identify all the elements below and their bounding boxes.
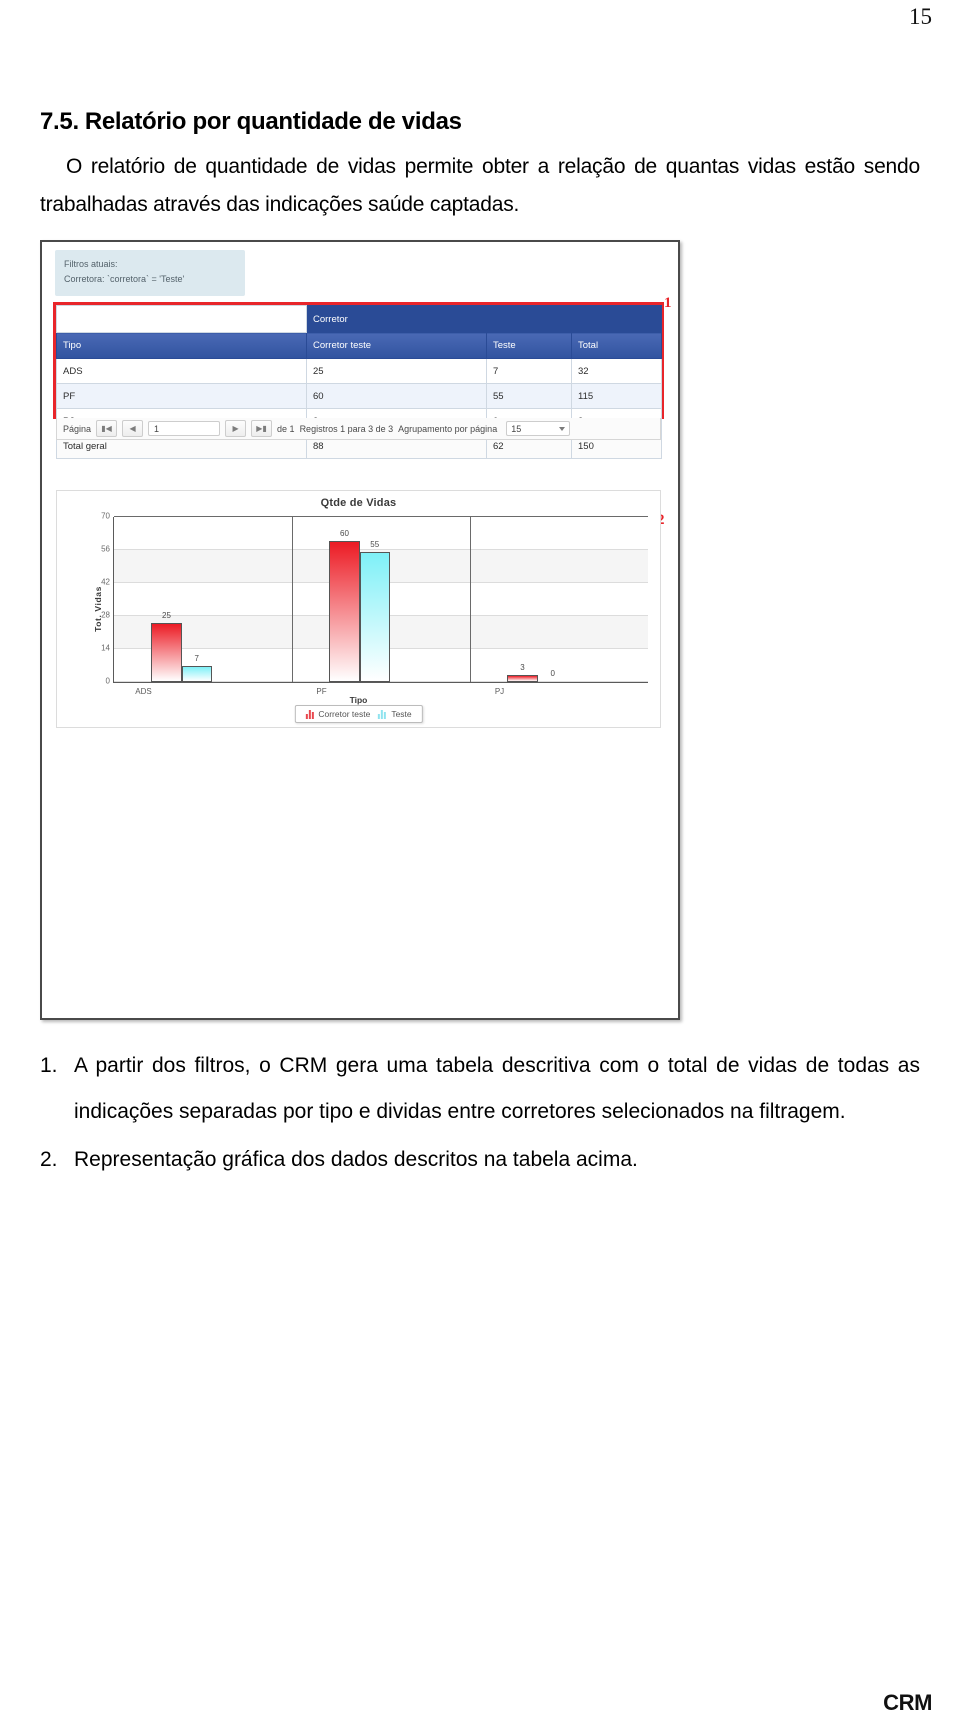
chart-bar-value: 0 — [550, 669, 555, 678]
cell-corretor-teste: 25 — [306, 358, 487, 384]
chart-plot-area: 0 14 28 42 56 70 25 7 ADS 60 55 PF 3 0 P… — [101, 512, 648, 696]
chart-bar-pf-corretor-teste[interactable]: 60 — [329, 529, 360, 682]
intro-text: O relatório de quantidade de vidas permi… — [40, 155, 920, 216]
chart-bar-ads-corretor-teste[interactable]: 25 — [151, 611, 182, 682]
table-group-header-corretor: Corretor — [305, 305, 663, 333]
chart-y-tick: 42 — [101, 577, 110, 587]
chart-bar-value: 25 — [162, 611, 171, 621]
chart-y-tick: 56 — [101, 544, 110, 554]
filters-title: Filtros atuais: — [64, 259, 118, 269]
page-size-value: 15 — [511, 423, 522, 434]
list-item-text: A partir dos filtros, o CRM gera uma tab… — [74, 1054, 920, 1123]
list-item: 1. A partir dos filtros, o CRM gera uma … — [40, 1043, 920, 1135]
current-filters-box: Filtros atuais: Corretora: `corretora` =… — [55, 250, 245, 296]
heading-title: Relatório por quantidade de vidas — [84, 108, 462, 135]
pagination-toolbar: Página ▮◀ ◀ 1 ▶ ▶▮ de 1 Registros 1 para… — [56, 418, 661, 440]
chart-y-axis-label: Tot. Vidas — [92, 586, 103, 632]
chart-group-ads: 25 7 ADS — [114, 517, 292, 696]
cell-total: 115 — [570, 383, 663, 409]
cell-tipo: PF — [56, 383, 307, 409]
intro-paragraph: O relatório de quantidade de vidas permi… — [40, 148, 920, 224]
chart-y-tick: 14 — [101, 643, 110, 653]
table-header-teste[interactable]: Teste — [486, 332, 572, 359]
records-range-label: Registros 1 para 3 de 3 — [299, 423, 394, 434]
heading-number: 7.5. — [40, 108, 79, 135]
application-screenshot: Filtros atuais: Corretora: `corretora` =… — [40, 240, 680, 1020]
table-header-total[interactable]: Total — [570, 332, 663, 359]
table-row: PF 60 55 115 — [56, 383, 663, 409]
first-page-icon[interactable]: ▮◀ — [96, 420, 118, 437]
legend-label: Corretor teste — [318, 709, 371, 719]
section-heading: 7.5. Relatório por quantidade de vidas — [40, 108, 920, 136]
chart-bar-value: 7 — [194, 653, 199, 663]
last-page-icon[interactable]: ▶▮ — [251, 420, 273, 437]
list-item-text: Representação gráfica dos dados descrito… — [74, 1148, 638, 1171]
legend-item-corretor-teste[interactable]: Corretor teste — [305, 709, 370, 719]
legend-label: Teste — [391, 709, 412, 719]
chart-title: Qtde de Vidas — [320, 497, 397, 509]
page-number-input[interactable]: 1 — [148, 421, 221, 436]
next-page-icon[interactable]: ▶ — [225, 420, 247, 437]
list-item-marker: 1. — [40, 1054, 58, 1077]
chevron-down-icon — [559, 426, 566, 431]
chart-bar-pf-teste[interactable]: 55 — [359, 540, 390, 682]
cell-teste: 55 — [486, 383, 572, 409]
filters-value: Corretora: `corretora` = 'Teste' — [64, 274, 185, 284]
chart-x-axis-label: Tipo — [349, 695, 368, 705]
table-header-row: Tipo Corretor teste Teste Total — [56, 332, 663, 359]
table-header-tipo[interactable]: Tipo — [56, 332, 307, 359]
cell-corretor-teste: 60 — [306, 383, 487, 409]
total-pages-label: de 1 — [277, 423, 295, 434]
bar-chart-icon — [305, 709, 314, 719]
chart-legend: Corretor teste Teste — [294, 705, 423, 723]
cell-teste: 7 — [486, 358, 572, 384]
notes-list: 1. A partir dos filtros, o CRM gera uma … — [40, 1043, 920, 1185]
legend-item-teste[interactable]: Teste — [378, 709, 412, 719]
page-size-select[interactable]: 15 — [506, 421, 571, 436]
previous-page-icon[interactable]: ◀ — [122, 420, 144, 437]
chart-y-tick: 28 — [101, 610, 110, 620]
table-header-corretor-teste[interactable]: Corretor teste — [306, 332, 487, 359]
chart-bar-value: 60 — [340, 528, 349, 538]
document-page: 15 7.5. Relatório por quantidade de vidas… — [0, 0, 960, 1730]
cell-total: 32 — [570, 358, 663, 384]
table-row: ADS 25 7 32 — [56, 358, 663, 384]
chart-y-tick: 0 — [105, 676, 110, 686]
chart-y-tick: 70 — [101, 511, 110, 521]
pagination-label: Página — [63, 423, 92, 434]
chart-panel: Qtde de Vidas Tot. Vidas 0 14 28 42 56 7… — [56, 490, 661, 728]
annotation-marker-1: 1 — [664, 295, 672, 311]
table-group-header-row: Corretor — [56, 305, 663, 333]
chart-group-pf: 60 55 PF — [292, 517, 470, 696]
chart-group-pj: 3 0 PJ — [470, 517, 648, 696]
page-size-label: Agrupamento por página — [398, 423, 498, 434]
chart-bar-pj-corretor-teste[interactable]: 3 — [507, 663, 538, 682]
page-number: 15 — [909, 4, 932, 29]
chart-bar-value: 55 — [370, 540, 380, 550]
chart-bar-value: 3 — [520, 662, 525, 672]
list-item: 2. Representação gráfica dos dados descr… — [40, 1137, 920, 1183]
list-item-marker: 2. — [40, 1148, 58, 1171]
chart-bar-ads-teste[interactable]: 7 — [181, 654, 212, 682]
page-footer: CRM — [883, 1690, 932, 1715]
bar-chart-icon — [378, 709, 387, 719]
cell-tipo: ADS — [56, 358, 307, 384]
table-group-blank-cell — [56, 305, 307, 333]
